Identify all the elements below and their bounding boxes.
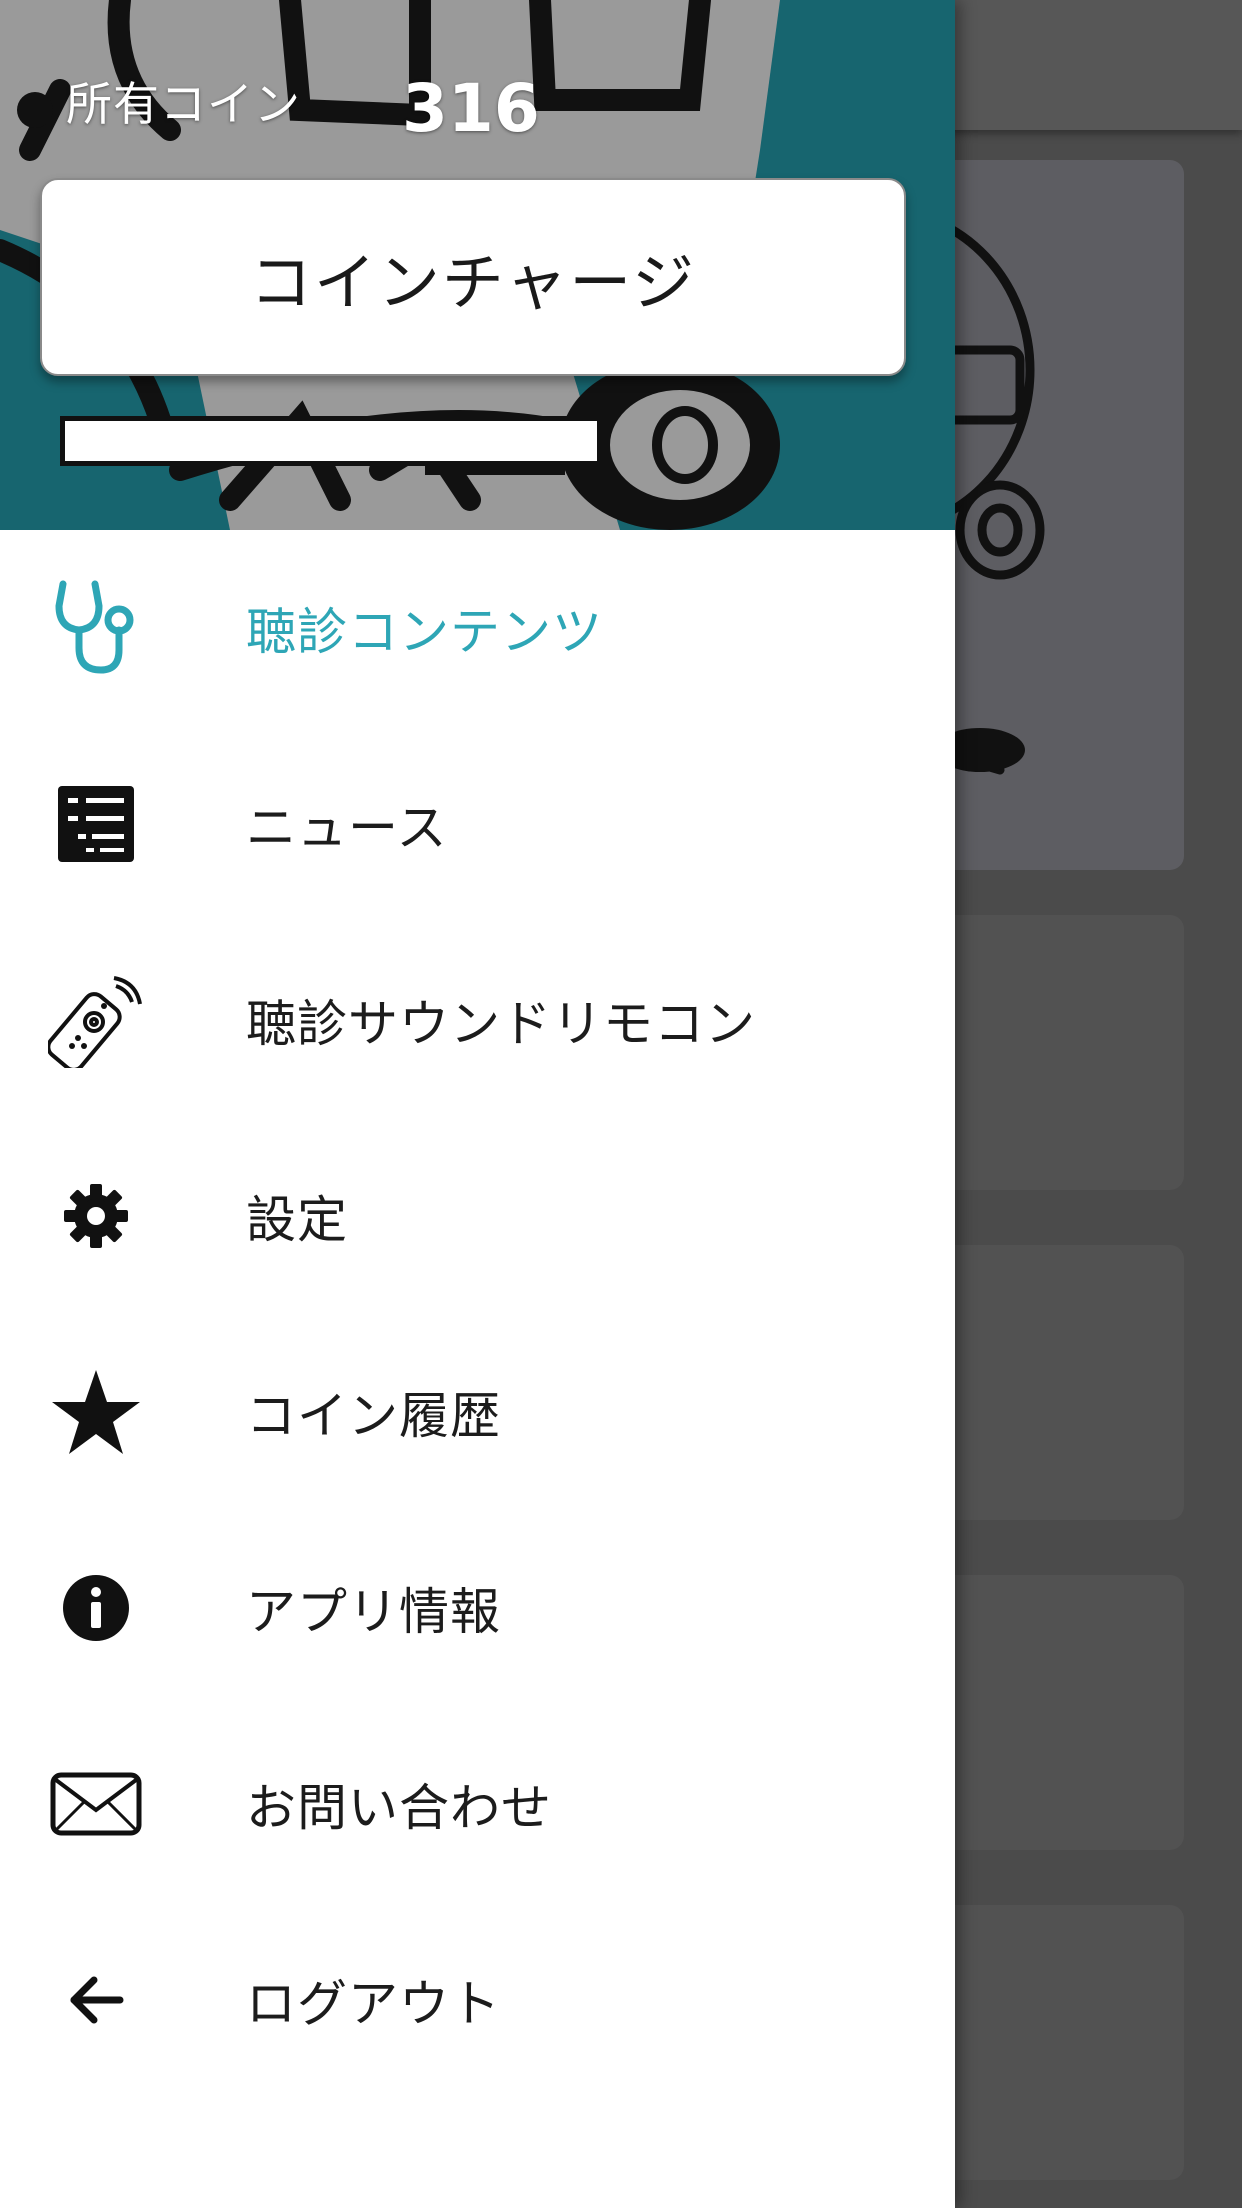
arrow-left-icon xyxy=(46,1950,146,2050)
menu-item-logout[interactable]: ログアウト xyxy=(0,1902,955,2098)
menu-item-label: ログアウト xyxy=(246,1975,501,2033)
menu-item-app-info[interactable]: アプリ情報 xyxy=(0,1510,955,1706)
menu-item-label: アプリ情報 xyxy=(246,1583,501,1641)
navigation-drawer: 所有コイン 316 コインチャージ 聴診コンテンツ ニュース 聴診サウンドリモコ… xyxy=(0,0,955,2208)
star-icon xyxy=(46,1362,146,1462)
remote-control-icon xyxy=(46,970,146,1070)
menu-item-label: お問い合わせ xyxy=(246,1779,552,1837)
menu-item-label: ニュース xyxy=(246,799,448,857)
news-list-icon xyxy=(46,774,146,874)
menu-item-sound-remote[interactable]: 聴診サウンドリモコン xyxy=(0,922,955,1118)
coin-balance-label: 所有コイン xyxy=(66,77,301,131)
menu-item-label: 聴診サウンドリモコン xyxy=(246,995,756,1053)
menu-item-contact[interactable]: お問い合わせ xyxy=(0,1706,955,1902)
drawer-header: 所有コイン 316 コインチャージ xyxy=(0,0,955,530)
menu-item-label: コイン履歴 xyxy=(246,1387,501,1445)
menu-item-settings[interactable]: 設定 xyxy=(0,1118,955,1314)
stethoscope-icon xyxy=(46,578,146,678)
menu-item-label: 設定 xyxy=(246,1191,348,1249)
menu-item-label: 聴診コンテンツ xyxy=(246,603,603,661)
coin-charge-button-label: コインチャージ xyxy=(249,246,697,319)
drawer-menu: 聴診コンテンツ ニュース 聴診サウンドリモコン 設定 コイン履歴 アプリ情報 お… xyxy=(0,530,955,2098)
menu-item-coin-history[interactable]: コイン履歴 xyxy=(0,1314,955,1510)
gear-icon xyxy=(46,1166,146,1266)
menu-item-news[interactable]: ニュース xyxy=(0,726,955,922)
mail-icon xyxy=(46,1754,146,1854)
coin-charge-button[interactable]: コインチャージ xyxy=(40,178,906,376)
menu-item-auscultation-contents[interactable]: 聴診コンテンツ xyxy=(0,530,955,726)
user-name-field xyxy=(60,416,602,466)
info-icon xyxy=(46,1558,146,1658)
coin-balance-value: 316 xyxy=(402,70,540,147)
